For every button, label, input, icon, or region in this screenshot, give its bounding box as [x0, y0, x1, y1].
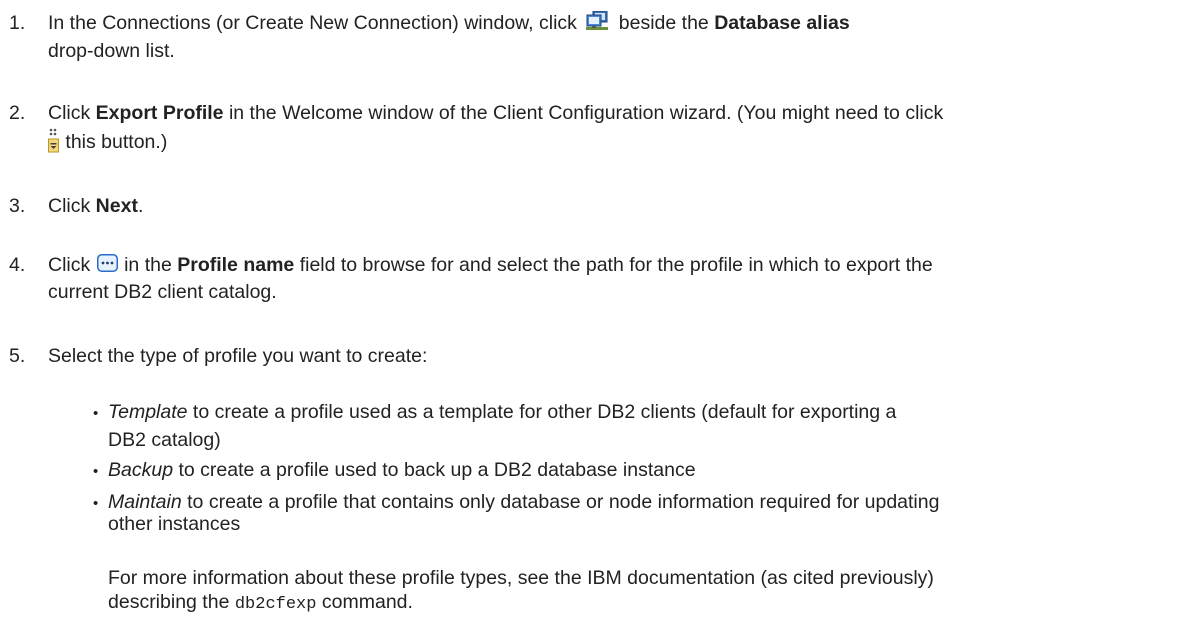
step-4-text-c: field to browse for and select the path … [299, 254, 933, 276]
step-2-text-line-2: this button.) [65, 131, 168, 154]
backup-term: Backup [108, 459, 174, 481]
maintain-description: to create a profile that contains only d… [187, 491, 940, 513]
bullet: • [93, 463, 99, 480]
step-number: 1. [9, 12, 26, 34]
maintain-line-1: Maintain to create a profile that contai… [108, 490, 939, 514]
backup-description: to create a profile used to back up a DB… [178, 459, 696, 481]
step-2-line-2: this button.) [48, 127, 167, 159]
db2cfexp-command: db2cfexp [234, 595, 317, 614]
next-label: Next [95, 195, 138, 217]
maintain-line-2: other instances [108, 513, 241, 535]
step-2-line-1: Click Export Profile in the Welcome wind… [48, 101, 943, 125]
step-1: 1. In the Connections (or Create New Con… [0, 10, 1185, 71]
step-1-text-a: In the Connections (or Create New Connec… [48, 12, 577, 35]
backup-line-1: Backup to create a profile used to back … [108, 458, 696, 482]
database-alias-label: Database alias [714, 12, 850, 35]
step-4-text-a: Click [48, 254, 91, 276]
template-term: Template [108, 401, 188, 423]
document: 1. In the Connections (or Create New Con… [0, 0, 1185, 627]
step-3-text-a: Click [48, 195, 91, 217]
step-1-line-1: In the Connections (or Create New Connec… [48, 10, 850, 37]
step-4-text-b: in the [124, 254, 172, 276]
step-2: 2. Click Export Profile in the Welcome w… [0, 101, 1185, 161]
step-3: 3. Click Next. [0, 194, 1185, 224]
step-2-text-a: Click [48, 102, 91, 124]
expand-toolbar-icon[interactable] [48, 127, 59, 159]
template-line-1: Template to create a profile used as a t… [108, 400, 896, 424]
step-1-text-b: beside the [618, 12, 709, 35]
note-line-1: For more information about these profile… [108, 567, 934, 589]
step-3-text-b: . [137, 195, 144, 217]
step-4-line-1: Click in the Profile name field to brows… [48, 253, 933, 278]
note-line-2: describing the db2cfexp command. [108, 590, 413, 617]
template-description: to create a profile used as a template f… [192, 401, 897, 423]
bullet: • [93, 405, 99, 422]
profile-name-label: Profile name [177, 254, 295, 276]
step-5: 5. Select the type of profile you want t… [0, 344, 1185, 374]
step-1-line-2: drop-down list. [48, 40, 175, 62]
step-number: 4. [9, 254, 26, 276]
step-3-line-1: Click Next. [48, 194, 143, 218]
step-4-line-2: current DB2 client catalog. [48, 281, 277, 303]
ellipsis-browse-icon[interactable] [96, 253, 118, 278]
step-2-text-b: in the Welcome window of the Client Conf… [228, 102, 944, 124]
step-number: 2. [9, 102, 26, 124]
step-4: 4. Click in the Profile name field to br… [0, 253, 1185, 313]
template-line-2: DB2 catalog) [108, 429, 221, 451]
maintain-term: Maintain [108, 491, 182, 513]
network-computer-icon[interactable] [586, 10, 609, 37]
bullet: • [93, 495, 99, 512]
step-number: 5. [9, 345, 26, 367]
export-profile-label: Export Profile [95, 102, 224, 124]
note-text-b: command. [321, 591, 413, 613]
step-number: 3. [9, 195, 26, 217]
step-5-line-1: Select the type of profile you want to c… [48, 345, 428, 367]
note-text-a: describing the [108, 591, 230, 613]
